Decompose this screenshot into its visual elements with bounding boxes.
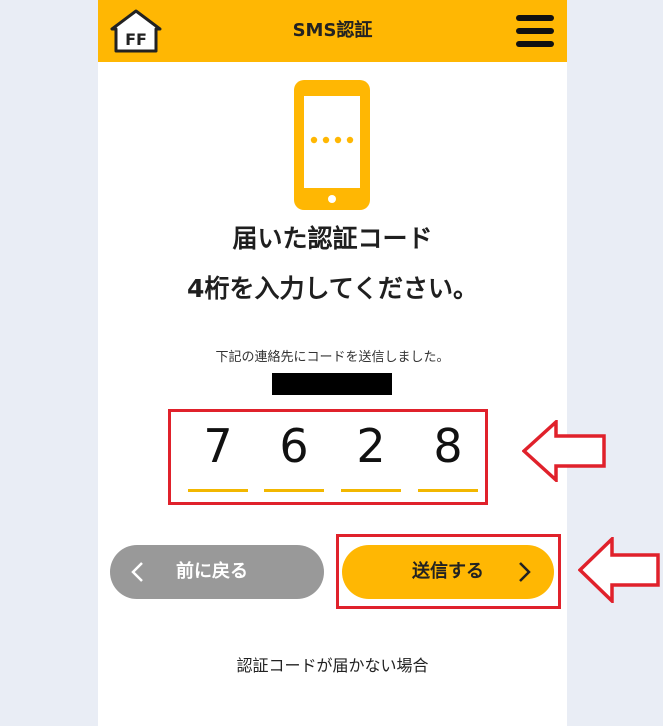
code-digit-3[interactable]: 2 xyxy=(341,410,401,473)
heading-line-2: 4桁を入力してください。 xyxy=(187,274,478,303)
digit-underline xyxy=(264,489,324,492)
code-digit-2[interactable]: 6 xyxy=(264,410,324,473)
heading-line-1: 届いた認証コード xyxy=(232,224,433,253)
back-button-label: 前に戻る xyxy=(176,561,248,582)
page-title: SMS認証 xyxy=(292,20,373,41)
header-bar: FF SMS認証 xyxy=(98,0,567,62)
annotation-arrow-left-icon xyxy=(522,420,606,482)
digit-underline xyxy=(188,489,248,492)
redacted-contact xyxy=(272,373,392,395)
instruction-heading: 届いた認証コード 4桁を入力してください。 xyxy=(98,214,567,314)
hamburger-menu-icon[interactable] xyxy=(516,15,556,47)
sent-notice: 下記の連絡先にコードを送信しました。 xyxy=(215,350,450,365)
annotation-arrow-left-icon xyxy=(578,537,660,603)
code-not-received-link[interactable]: 認証コードが届かない場合 xyxy=(98,652,567,676)
code-digit-4[interactable]: 8 xyxy=(418,410,478,473)
chevron-right-icon xyxy=(519,562,531,582)
send-button[interactable]: 送信する xyxy=(342,545,554,599)
back-button[interactable]: 前に戻る xyxy=(110,545,324,599)
code-digit-1[interactable]: 7 xyxy=(188,410,248,473)
digit-underline xyxy=(341,489,401,492)
digit-underline xyxy=(418,489,478,492)
app-screen: FF SMS認証 届いた認証コード 4桁を入力してください。 下記の連絡先にコー… xyxy=(98,0,567,726)
smartphone-icon xyxy=(294,80,370,210)
chevron-left-icon xyxy=(131,562,143,582)
